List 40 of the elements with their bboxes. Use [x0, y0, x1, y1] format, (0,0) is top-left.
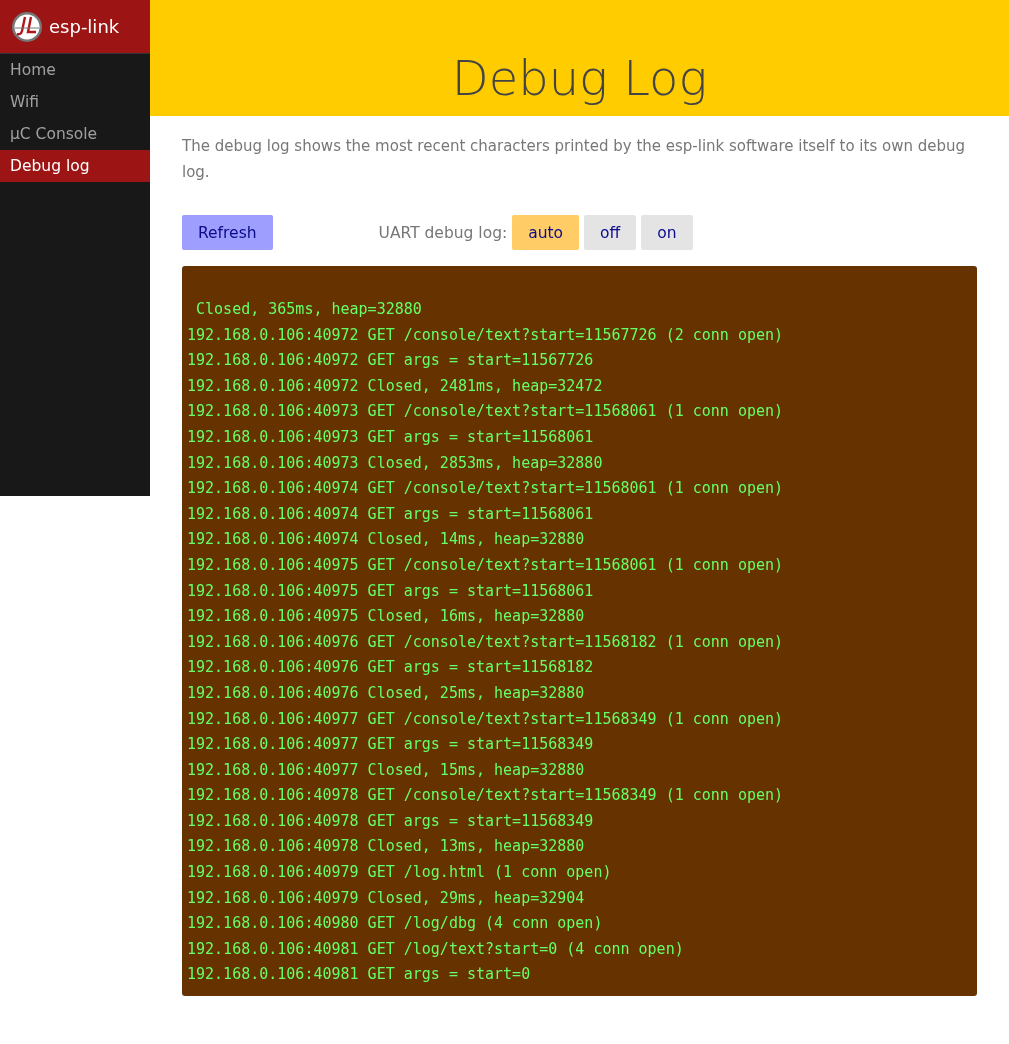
log-line: 192.168.0.106:40972 GET /console/text?start=11567726 (2 conn open) — [187, 324, 785, 346]
nav-link[interactable]: Wifi — [0, 86, 150, 118]
log-line: 192.168.0.106:40974 Closed, 14ms, heap=32880 — [187, 529, 586, 551]
log-line: 192.168.0.106:40975 GET args = start=11568061 — [187, 580, 595, 602]
log-line: 192.168.0.106:40974 GET args = start=11568061 — [187, 503, 595, 525]
logo-icon — [11, 10, 43, 43]
log-line: Closed, 365ms, heap=32880 — [195, 299, 423, 320]
log-line: 192.168.0.106:40976 Closed, 25ms, heap=32880 — [187, 682, 586, 704]
log-line: 192.168.0.106:40973 Closed, 2853ms, heap=32880 — [187, 452, 604, 474]
page-title: Debug Log — [451, 50, 708, 106]
uart-label: UART debug log: — [378, 223, 508, 242]
log-line: 192.168.0.106:40977 GET args = start=11568349 — [187, 734, 595, 756]
log-line: 192.168.0.106:40979 GET /log.html (1 conn open) — [187, 862, 613, 884]
log-line: 192.168.0.106:40978 Closed, 13ms, heap=32880 — [187, 836, 586, 858]
log-line: 192.168.0.106:40976 GET /console/text?start=11568182 (1 conn open) — [187, 631, 785, 653]
nav-link[interactable]: Home — [0, 54, 150, 86]
log-line: 192.168.0.106:40977 Closed, 15ms, heap=32880 — [187, 759, 586, 781]
uart-option-button[interactable]: auto — [512, 215, 580, 250]
log-line: 192.168.0.106:40972 Closed, 2481ms, heap=32472 — [187, 375, 604, 397]
log-line: 192.168.0.106:40976 GET args = start=11568182 — [187, 657, 595, 679]
log-line: 192.168.0.106:40981 GET args = start=0 — [187, 964, 532, 986]
log-line: 192.168.0.106:40978 GET args = start=11568349 — [187, 810, 595, 832]
refresh-button[interactable]: Refresh — [182, 215, 273, 250]
brand-name: esp-link — [49, 16, 120, 37]
log-line: 192.168.0.106:40973 GET args = start=11568061 — [187, 426, 595, 448]
log-line: 192.168.0.106:40980 GET /log/dbg (4 conn open) — [187, 913, 604, 935]
log-line: 192.168.0.106:40972 GET args = start=11567726 — [187, 350, 595, 372]
log-line: 192.168.0.106:40973 GET /console/text?start=11568061 (1 conn open) — [187, 401, 785, 423]
uart-option-button[interactable]: off — [584, 215, 637, 250]
log-line: 192.168.0.106:40978 GET /console/text?start=11568349 (1 conn open) — [187, 785, 785, 807]
log-line: 192.168.0.106:40975 GET /console/text?start=11568061 (1 conn open) — [187, 554, 785, 576]
log-line: 192.168.0.106:40977 GET /console/text?start=11568349 (1 conn open) — [187, 708, 785, 730]
log-line: 192.168.0.106:40979 Closed, 29ms, heap=32904 — [187, 887, 586, 909]
nav-link[interactable]: Debug log — [0, 150, 150, 182]
uart-option-button[interactable]: on — [641, 215, 693, 250]
log-line: 192.168.0.106:40981 GET /log/text?start=0 (4 conn open) — [187, 938, 685, 960]
nav-link[interactable]: µC Console — [0, 118, 150, 150]
intro-text: The debug log shows the most recent characters printed by the esp-link software itself to its own debug log. — [182, 136, 967, 183]
log-line: 192.168.0.106:40974 GET /console/text?start=11568061 (1 conn open) — [187, 478, 785, 500]
log-line: 192.168.0.106:40975 Closed, 16ms, heap=32880 — [187, 606, 586, 628]
